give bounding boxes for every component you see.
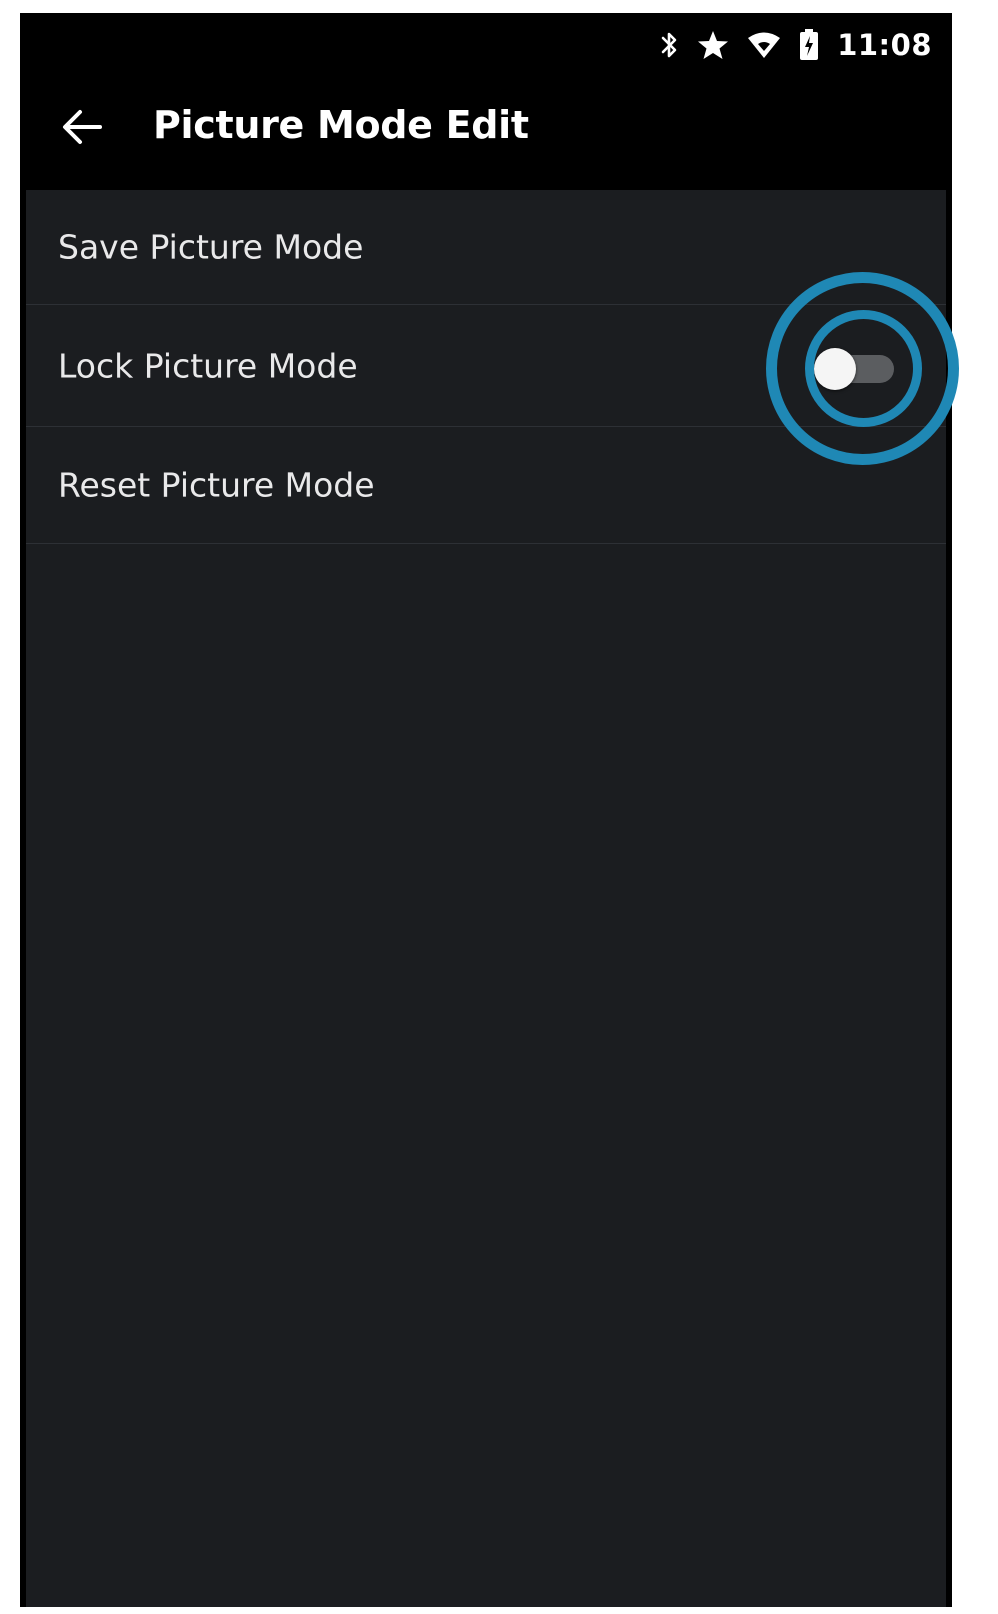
phone-screen: 11:08 Picture Mode Edit Save Picture Mod… xyxy=(20,13,952,1607)
settings-list: Save Picture Mode Lock Picture Mode Rese… xyxy=(26,190,946,1607)
toggle-thumb xyxy=(814,348,856,390)
lock-picture-mode-toggle[interactable] xyxy=(814,348,898,390)
status-icons: 11:08 xyxy=(661,25,932,65)
bluetooth-icon xyxy=(661,30,679,60)
back-button[interactable] xyxy=(54,101,110,157)
battery-charging-icon xyxy=(799,29,819,61)
arrow-left-icon xyxy=(62,109,102,150)
lock-picture-mode-item[interactable]: Lock Picture Mode xyxy=(26,305,946,427)
reset-picture-mode-item[interactable]: Reset Picture Mode xyxy=(26,427,946,544)
wifi-icon xyxy=(747,31,781,59)
status-bar: 11:08 xyxy=(20,13,952,75)
app-bar: Picture Mode Edit xyxy=(20,75,952,190)
save-picture-mode-item[interactable]: Save Picture Mode xyxy=(26,190,946,305)
star-icon xyxy=(697,30,729,60)
menu-item-label: Lock Picture Mode xyxy=(58,346,358,385)
page-title: Picture Mode Edit xyxy=(153,103,529,147)
menu-item-label: Reset Picture Mode xyxy=(58,465,375,505)
menu-item-label: Save Picture Mode xyxy=(58,227,364,267)
status-time: 11:08 xyxy=(837,28,932,62)
